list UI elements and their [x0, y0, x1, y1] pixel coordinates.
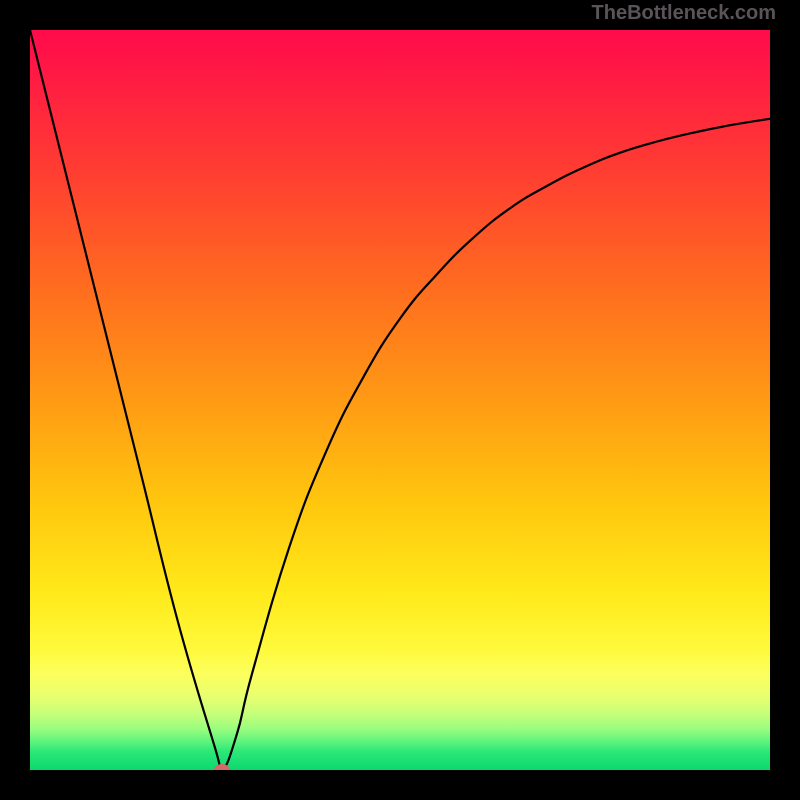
- attribution-label: TheBottleneck.com: [592, 2, 776, 25]
- bottleneck-marker: [214, 764, 230, 770]
- curve-layer: [30, 30, 770, 770]
- plot-area: [30, 30, 770, 770]
- chart-frame: TheBottleneck.com: [0, 0, 800, 800]
- bottleneck-curve: [30, 30, 770, 770]
